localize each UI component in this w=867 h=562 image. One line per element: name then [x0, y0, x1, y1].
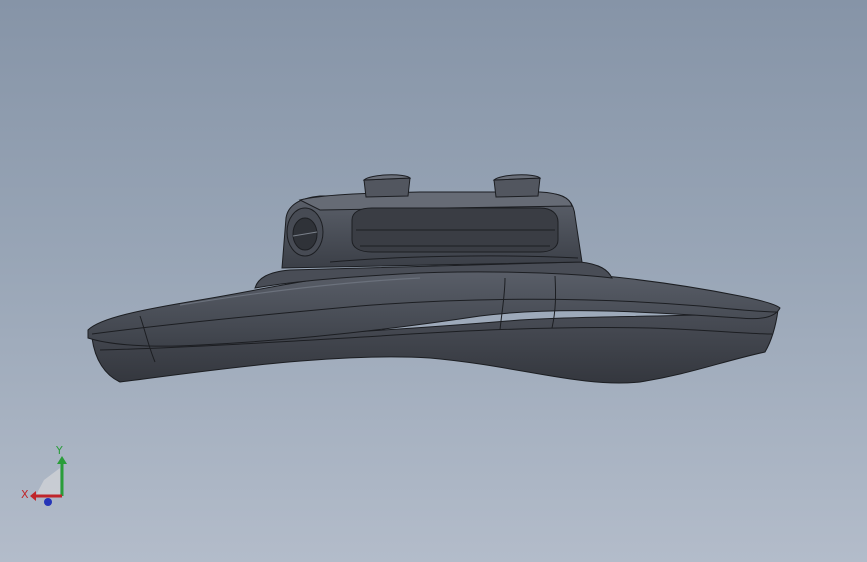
y-axis-arrow: [57, 456, 67, 464]
base-body: [87, 268, 781, 384]
knob-left: [362, 174, 412, 198]
triad-plane: [36, 468, 60, 495]
y-axis-label: Y: [55, 444, 63, 457]
round-port: [286, 207, 324, 257]
x-axis-arrow: [30, 491, 36, 501]
z-axis-marker: [44, 498, 52, 506]
x-axis-label: X: [21, 488, 29, 501]
orientation-triad: Y X: [21, 444, 67, 506]
graphics-viewport[interactable]: Y X: [0, 0, 867, 562]
3d-model-view[interactable]: [0, 0, 867, 562]
knob-right: [492, 174, 542, 198]
